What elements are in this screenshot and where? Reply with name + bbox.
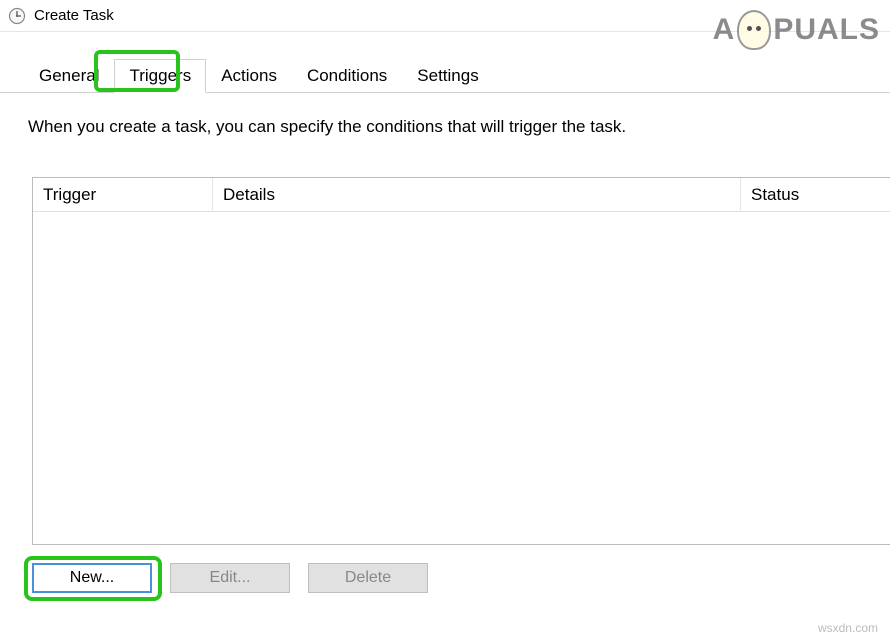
triggers-table: Trigger Details Status xyxy=(32,177,890,545)
table-body-empty[interactable] xyxy=(33,212,890,544)
panel-description: When you create a task, you can specify … xyxy=(28,117,890,137)
tab-settings[interactable]: Settings xyxy=(402,59,493,92)
task-scheduler-icon xyxy=(8,7,26,25)
tab-actions[interactable]: Actions xyxy=(206,59,292,92)
delete-button: Delete xyxy=(308,563,428,593)
dialog-content: General Triggers Actions Conditions Sett… xyxy=(0,32,890,593)
button-row: New... Edit... Delete xyxy=(32,563,890,593)
mascot-icon xyxy=(737,10,771,50)
tab-conditions[interactable]: Conditions xyxy=(292,59,402,92)
column-header-trigger[interactable]: Trigger xyxy=(33,178,213,211)
watermark-suffix: PUALS xyxy=(773,13,880,47)
tab-triggers[interactable]: Triggers xyxy=(114,59,206,93)
watermark-logo: A PUALS xyxy=(713,10,880,50)
column-header-status[interactable]: Status xyxy=(741,178,890,211)
column-header-details[interactable]: Details xyxy=(213,178,741,211)
watermark-prefix: A xyxy=(713,13,736,47)
tab-general[interactable]: General xyxy=(24,59,114,92)
new-button[interactable]: New... xyxy=(32,563,152,593)
table-header-row: Trigger Details Status xyxy=(33,178,890,212)
watermark-site: wsxdn.com xyxy=(818,621,878,635)
triggers-panel: When you create a task, you can specify … xyxy=(0,93,890,593)
window-title: Create Task xyxy=(34,7,114,24)
edit-button: Edit... xyxy=(170,563,290,593)
